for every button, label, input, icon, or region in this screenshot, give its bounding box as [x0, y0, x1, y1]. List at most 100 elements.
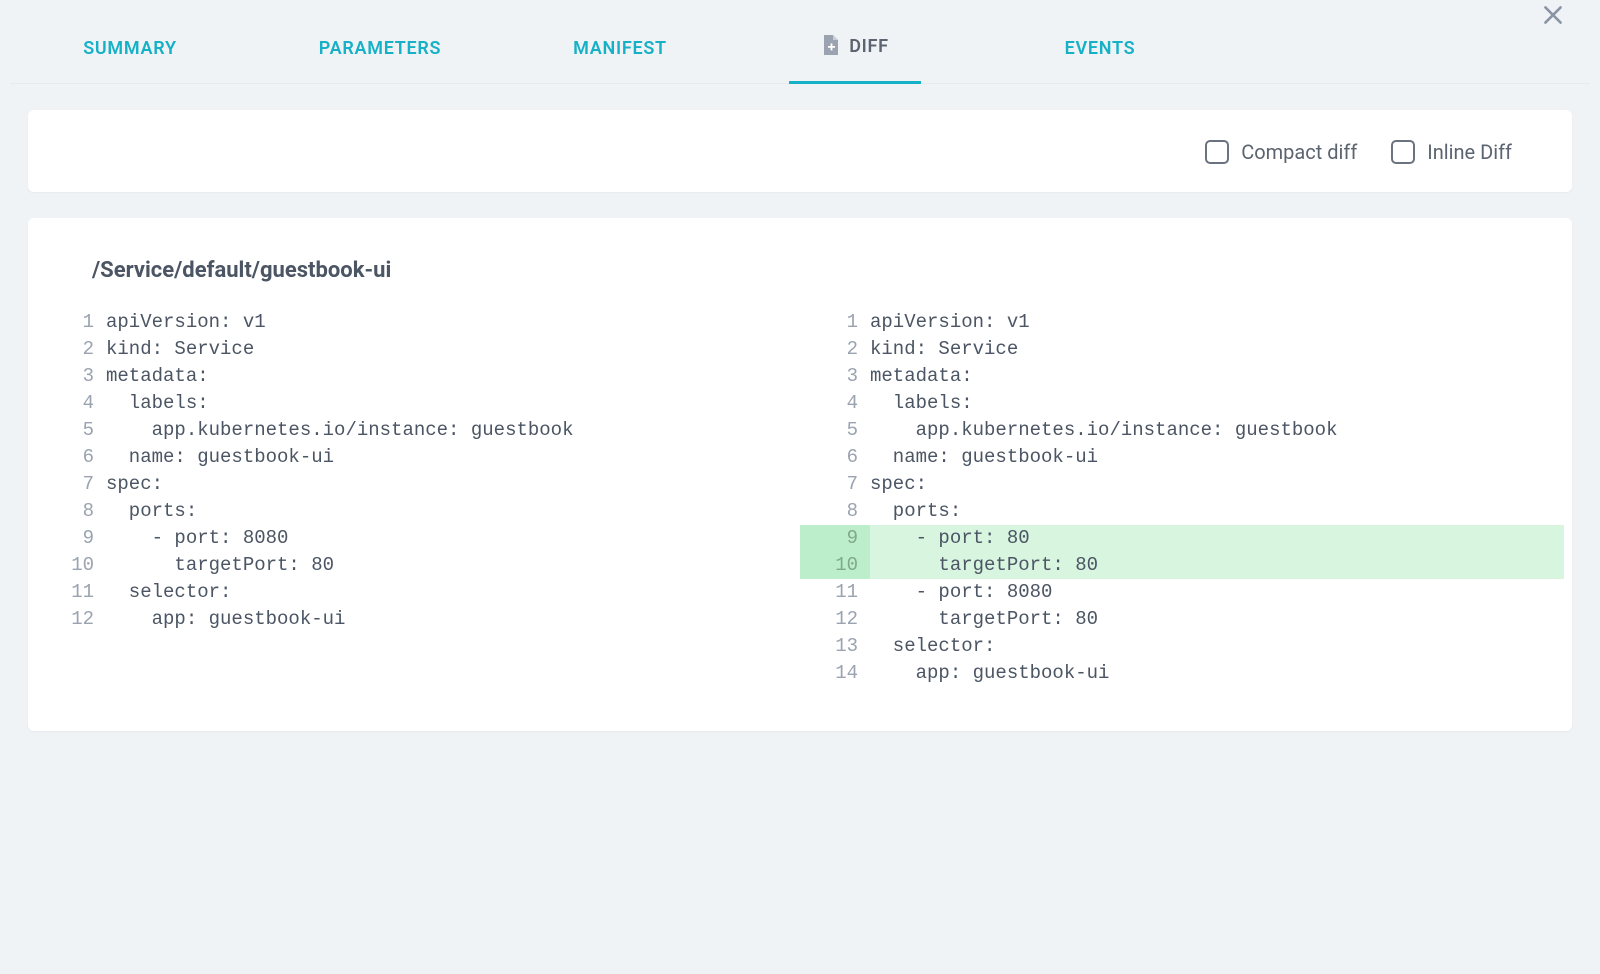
diff-line: 3metadata:	[36, 363, 800, 390]
diff-line: 2kind: Service	[800, 336, 1564, 363]
diff-line: 11 - port: 8080	[800, 579, 1564, 606]
diff-line-code: apiVersion: v1	[106, 309, 266, 336]
tab-underline	[789, 81, 921, 84]
diff-line-code: name: guestbook-ui	[870, 444, 1098, 471]
diff-line-code: metadata:	[870, 363, 973, 390]
diff-line-code: selector:	[106, 579, 231, 606]
diff-line-code: apiVersion: v1	[870, 309, 1030, 336]
diff-line-code: app: guestbook-ui	[870, 660, 1109, 687]
diff-line-number: 1	[36, 309, 106, 336]
diff-line: 13 selector:	[800, 633, 1564, 660]
close-icon[interactable]	[1540, 2, 1566, 28]
diff-card: /Service/default/guestbook-ui 1apiVersio…	[28, 218, 1572, 731]
tab-manifest[interactable]: MANIFEST	[565, 8, 675, 83]
tab-events[interactable]: EVENTS	[1055, 8, 1145, 83]
diff-line-code: app.kubernetes.io/instance: guestbook	[870, 417, 1337, 444]
diff-line: 5 app.kubernetes.io/instance: guestbook	[800, 417, 1564, 444]
diff-line: 5 app.kubernetes.io/instance: guestbook	[36, 417, 800, 444]
diff-line-number: 2	[800, 336, 870, 363]
diff-line: 2kind: Service	[36, 336, 800, 363]
diff-line-code: targetPort: 80	[106, 552, 334, 579]
diff-line-number: 11	[36, 579, 106, 606]
diff-line-number: 9	[36, 525, 106, 552]
checkbox-box	[1391, 140, 1415, 164]
diff-line-number: 7	[36, 471, 106, 498]
diff-line-number: 12	[36, 606, 106, 633]
tab-parameters[interactable]: PARAMETERS	[315, 8, 445, 83]
diff-line-code: app.kubernetes.io/instance: guestbook	[106, 417, 573, 444]
diff-line-number: 4	[36, 390, 106, 417]
diff-line-number: 10	[36, 552, 106, 579]
compact-diff-checkbox[interactable]: Compact diff	[1205, 140, 1357, 164]
diff-line-number: 6	[36, 444, 106, 471]
diff-line: 4 labels:	[800, 390, 1564, 417]
diff-line-code: metadata:	[106, 363, 209, 390]
diff-line-number: 2	[36, 336, 106, 363]
diff-line-number: 1	[800, 309, 870, 336]
diff-line-code: labels:	[106, 390, 209, 417]
diff-pane-left: 1apiVersion: v12kind: Service3metadata:4…	[36, 309, 800, 687]
diff-line-code: - port: 80	[870, 525, 1030, 552]
diff-line-number: 6	[800, 444, 870, 471]
diff-line: 1apiVersion: v1	[800, 309, 1564, 336]
inline-diff-checkbox[interactable]: Inline Diff	[1391, 140, 1512, 164]
tab-label: SUMMARY	[83, 38, 177, 59]
diff-line-number: 5	[36, 417, 106, 444]
diff-line: 6 name: guestbook-ui	[800, 444, 1564, 471]
diff-line: 6 name: guestbook-ui	[36, 444, 800, 471]
diff-line-code: targetPort: 80	[870, 552, 1098, 579]
diff-line: 9 - port: 8080	[36, 525, 800, 552]
diff-line: 11 selector:	[36, 579, 800, 606]
diff-line: 12 app: guestbook-ui	[36, 606, 800, 633]
diff-line-code: spec:	[106, 471, 163, 498]
diff-line: 10 targetPort: 80	[800, 552, 1564, 579]
diff-line-code: targetPort: 80	[870, 606, 1098, 633]
diff-line: 12 targetPort: 80	[800, 606, 1564, 633]
diff-line-number: 4	[800, 390, 870, 417]
diff-line-number: 8	[800, 498, 870, 525]
tab-diff[interactable]: DIFF	[805, 5, 905, 83]
checkbox-box	[1205, 140, 1229, 164]
tabbar: SUMMARY PARAMETERS MANIFEST DIFF EVENTS	[10, 0, 1590, 84]
diff-pane-right: 1apiVersion: v12kind: Service3metadata:4…	[800, 309, 1564, 687]
diff-options-card: Compact diff Inline Diff	[28, 110, 1572, 192]
diff-line: 10 targetPort: 80	[36, 552, 800, 579]
diff-body: 1apiVersion: v12kind: Service3metadata:4…	[36, 309, 1564, 687]
diff-line-number: 12	[800, 606, 870, 633]
diff-line-number: 14	[800, 660, 870, 687]
diff-line-code: ports:	[106, 498, 197, 525]
checkbox-label: Compact diff	[1241, 140, 1357, 164]
diff-line-number: 5	[800, 417, 870, 444]
diff-line-code: - port: 8080	[106, 525, 288, 552]
diff-line-code: app: guestbook-ui	[106, 606, 345, 633]
diff-line-number: 13	[800, 633, 870, 660]
diff-file-icon	[821, 33, 841, 57]
diff-resource-title: /Service/default/guestbook-ui	[92, 258, 1564, 283]
diff-line: 3metadata:	[800, 363, 1564, 390]
tab-label: MANIFEST	[573, 38, 667, 59]
diff-line: 14 app: guestbook-ui	[800, 660, 1564, 687]
diff-line-code: selector:	[870, 633, 995, 660]
diff-line-number: 3	[36, 363, 106, 390]
diff-line-number: 9	[800, 525, 870, 552]
diff-line: 4 labels:	[36, 390, 800, 417]
diff-line: 7spec:	[36, 471, 800, 498]
checkbox-label: Inline Diff	[1427, 140, 1512, 164]
diff-line: 7spec:	[800, 471, 1564, 498]
diff-line: 9 - port: 80	[800, 525, 1564, 552]
tab-label: DIFF	[849, 36, 889, 57]
diff-line-number: 10	[800, 552, 870, 579]
diff-line-number: 7	[800, 471, 870, 498]
diff-line-code: spec:	[870, 471, 927, 498]
tab-label: PARAMETERS	[319, 38, 442, 59]
tab-label: EVENTS	[1065, 38, 1136, 59]
diff-line-code: kind: Service	[870, 336, 1018, 363]
diff-line: 1apiVersion: v1	[36, 309, 800, 336]
diff-line-code: name: guestbook-ui	[106, 444, 334, 471]
diff-line: 8 ports:	[36, 498, 800, 525]
diff-line-number: 8	[36, 498, 106, 525]
diff-line-code: kind: Service	[106, 336, 254, 363]
diff-line-code: labels:	[870, 390, 973, 417]
diff-line-code: - port: 8080	[870, 579, 1052, 606]
tab-summary[interactable]: SUMMARY	[80, 8, 180, 83]
